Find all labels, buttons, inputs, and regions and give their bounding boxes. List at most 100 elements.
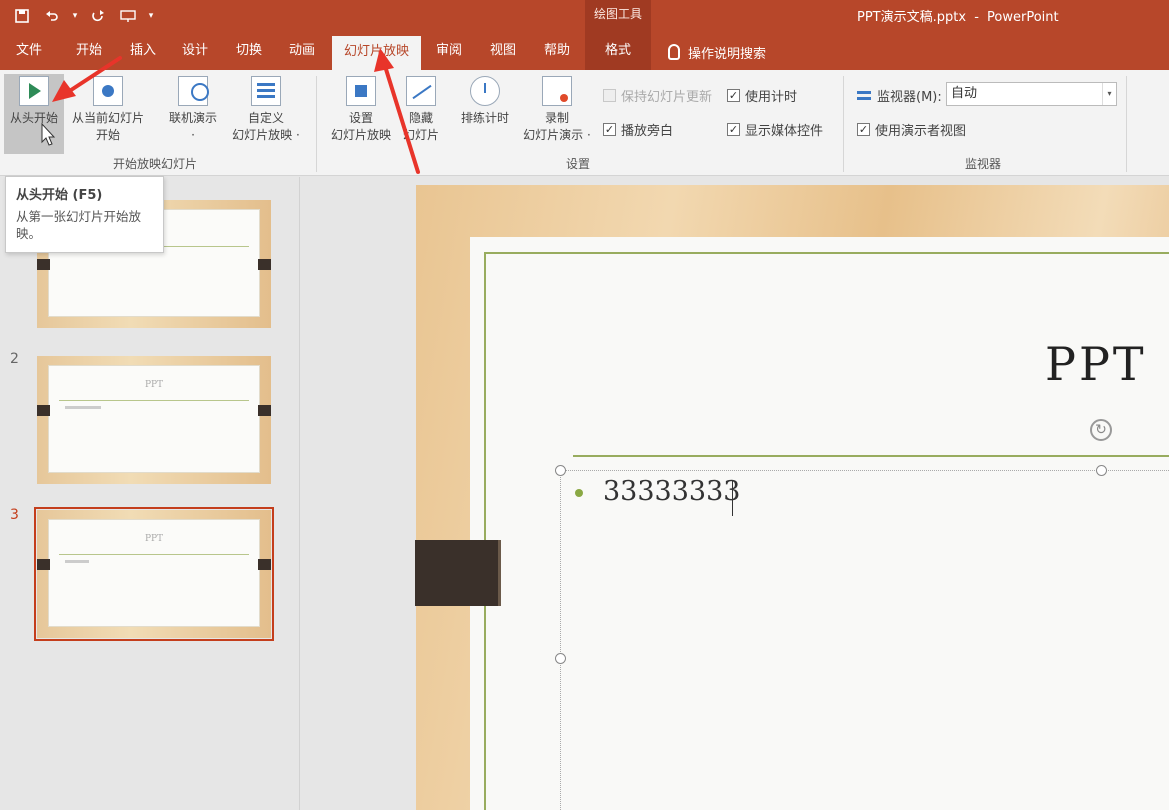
group-separator [1126,76,1127,172]
bullet-text[interactable]: 33333333 [603,476,740,507]
play-narrations-checkbox[interactable]: ✓ 播放旁白 [603,120,673,139]
checkmark-icon: ✓ [727,123,740,136]
tell-me-search[interactable]: 操作说明搜索 [668,34,766,70]
tab-file[interactable]: 文件 [0,34,58,70]
resize-handle[interactable] [555,465,566,476]
thumbnail-title: PPT [144,534,164,544]
presenter-view-checkbox[interactable]: ✓ 使用演示者视图 [857,120,966,139]
undo-dropdown-icon[interactable]: ▾ [70,4,80,28]
hide-slide-label-2: 幻灯片 [402,128,439,142]
text-cursor [732,480,733,516]
group-label-monitors: 监视器 [964,157,1001,171]
hide-slide-icon [406,76,436,106]
document-title: PPT演示文稿.pptx - PowerPoint [855,6,1061,25]
from-current-label-1: 从当前幻灯片 [71,111,144,125]
slide-thumbnail-3[interactable]: PPT [34,507,274,641]
slide-number-3: 3 [10,507,19,523]
show-media-controls-checkbox[interactable]: ✓ 显示媒体控件 [727,120,823,139]
tooltip-body: 从第一张幻灯片开始放映。 [16,209,142,241]
context-group-drawing-tools: 绘图工具 [585,0,651,34]
title-separator: - [974,10,979,25]
keep-slides-updated-label: 保持幻灯片更新 [621,90,713,105]
record-slideshow-label-2: 幻灯片演示 · [523,128,591,142]
binder-clip [258,259,271,270]
rehearse-timings-label: 排练计时 [460,111,509,125]
chevron-down-icon[interactable]: ▾ [1102,83,1116,105]
bullet-line [65,560,89,563]
tab-view[interactable]: 视图 [477,34,529,70]
title-rule [59,554,249,555]
setup-slideshow-label-2: 幻灯片放映 [330,128,391,142]
binder-clip [37,405,50,416]
custom-slideshow-button[interactable]: 自定义 幻灯片放映 · [226,74,306,154]
ribbon-slide-show: 从头开始 从当前幻灯片 开始 联机演示 · 自定义 幻灯片放映 · 开始放映幻灯… [0,70,1169,176]
monitor-select[interactable]: 自动 ▾ [946,82,1117,106]
keep-slides-updated-checkbox[interactable]: 保持幻灯片更新 [603,86,712,105]
setup-slideshow-label-1: 设置 [348,111,373,125]
title-rule [59,400,249,401]
play-from-start-icon [19,76,49,106]
undo-icon[interactable] [40,4,64,28]
monitor-select-value: 自动 [951,86,978,101]
stopwatch-icon [470,76,500,106]
resize-handle[interactable] [555,653,566,664]
content-placeholder[interactable] [560,470,1169,810]
binder-clip [37,559,50,570]
checkbox-box [603,89,616,102]
rehearse-timings-button[interactable]: 排练计时 [454,74,516,154]
group-separator [843,76,844,172]
binder-clip [258,405,271,416]
checkmark-icon: ✓ [857,123,870,136]
save-icon[interactable] [10,4,34,28]
bullet-line [65,406,101,409]
group-label-setup: 设置 [565,157,590,171]
customize-qat-icon[interactable]: ▾ [146,4,156,28]
custom-slideshow-label-1: 自定义 [247,111,284,125]
tab-insert[interactable]: 插入 [120,34,166,70]
from-beginning-button[interactable]: 从头开始 [4,74,64,154]
bullet-icon [575,489,583,497]
play-narrations-label: 播放旁白 [621,124,674,139]
app-name: PowerPoint [987,10,1059,25]
monitor-label-text: 监视器(M): [877,90,942,105]
tab-format[interactable]: 格式 [585,34,651,70]
checkmark-icon: ✓ [603,123,616,136]
present-online-button[interactable]: 联机演示 · [160,74,226,154]
setup-slideshow-button[interactable]: 设置 幻灯片放映 [326,74,396,154]
hide-slide-button[interactable]: 隐藏 幻灯片 [398,74,444,154]
binder-clip [258,559,271,570]
setup-slideshow-icon [346,76,376,106]
rotate-handle-icon[interactable]: ↻ [1090,419,1112,441]
slide-thumbnails-pane: 2 PPT 3 PPT [0,177,300,810]
quick-access-toolbar: ▾ ▾ [10,4,156,28]
present-online-icon [178,76,209,106]
ribbon-tabs: 文件 开始 插入 设计 切换 动画 幻灯片放映 审阅 视图 帮助 格式 [0,34,1169,70]
slide-title[interactable]: PPT [1045,337,1147,391]
tab-review[interactable]: 审阅 [421,34,477,70]
custom-slideshow-icon [251,76,281,106]
resize-handle[interactable] [1096,465,1107,476]
record-slideshow-button[interactable]: 录制 幻灯片演示 · [516,74,598,154]
presentation-icon[interactable] [116,4,140,28]
file-name: PPT演示文稿.pptx [857,10,967,25]
group-label-start-slideshow: 开始放映幻灯片 [112,157,197,171]
present-online-dropdown: · [191,128,195,142]
use-timings-checkbox[interactable]: ✓ 使用计时 [727,86,797,105]
tab-help[interactable]: 帮助 [529,34,585,70]
tab-home[interactable]: 开始 [58,34,120,70]
from-beginning-label: 从头开始 [9,111,58,125]
monitor-icon [857,91,871,100]
record-slideshow-label-1: 录制 [544,111,569,125]
from-current-slide-button[interactable]: 从当前幻灯片 开始 [66,74,150,154]
lightbulb-icon [668,44,680,60]
tab-slide-show[interactable]: 幻灯片放映 [332,36,421,70]
record-icon [542,76,572,106]
tab-transitions[interactable]: 切换 [224,34,274,70]
binder-clip [37,259,50,270]
tab-animations[interactable]: 动画 [274,34,330,70]
slide-thumbnail-2[interactable]: PPT [34,353,274,487]
tab-design[interactable]: 设计 [166,34,224,70]
redo-icon[interactable] [86,4,110,28]
paper-card: PPT [48,365,260,473]
from-beginning-tooltip: 从头开始 (F5) 从第一张幻灯片开始放映。 [5,176,164,253]
